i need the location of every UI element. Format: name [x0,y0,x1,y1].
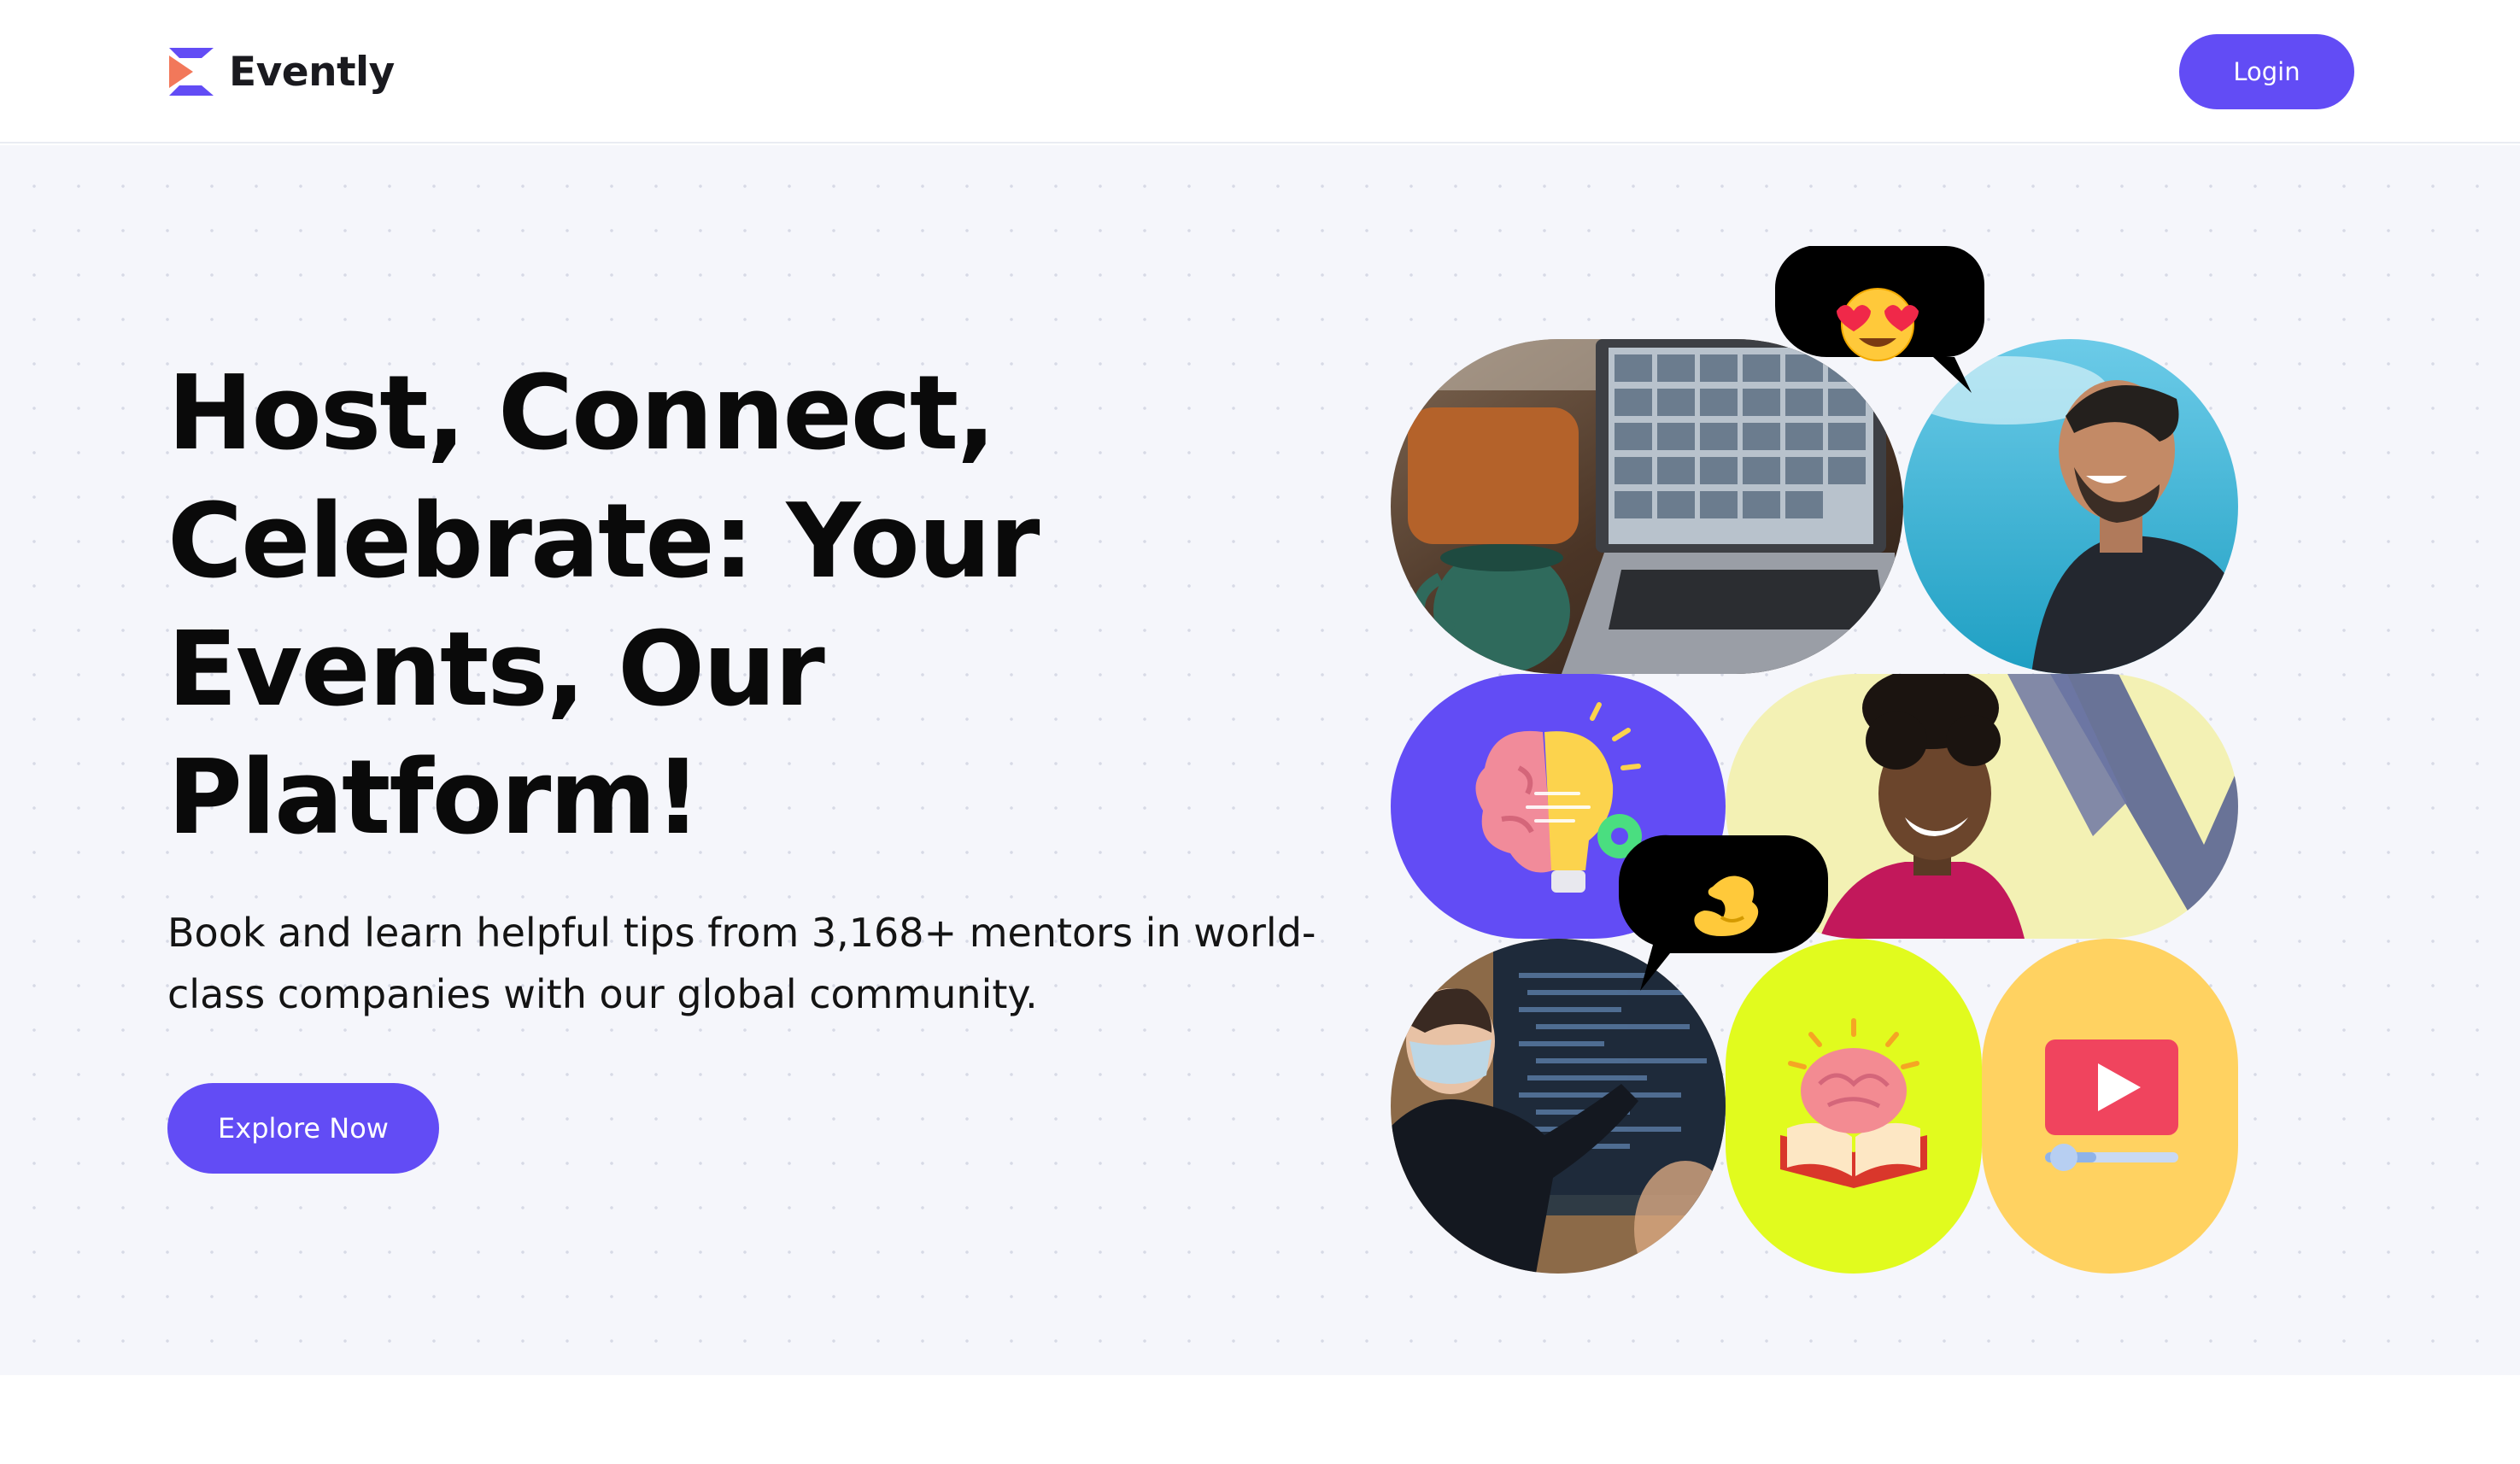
heart-eyes-emoji-bubble [1774,246,1989,395]
hero-subtext: Book and learn helpful tips from 3,168+ … [167,910,1316,1017]
login-button[interactable]: Login [2179,34,2354,109]
hero-headline: Host, Connect, Celebrate: Your Events, O… [167,354,1040,858]
top-navbar: Evently Login [0,0,2520,143]
video-player-illustration [1982,939,2238,1274]
explore-now-button[interactable]: Explore Now [167,1083,439,1174]
brand-name: Evently [229,48,395,96]
pinching-hand-emoji-bubble [1618,834,1828,993]
brand-logo-link[interactable]: Evently [167,45,395,98]
evently-logo-icon [167,45,215,98]
